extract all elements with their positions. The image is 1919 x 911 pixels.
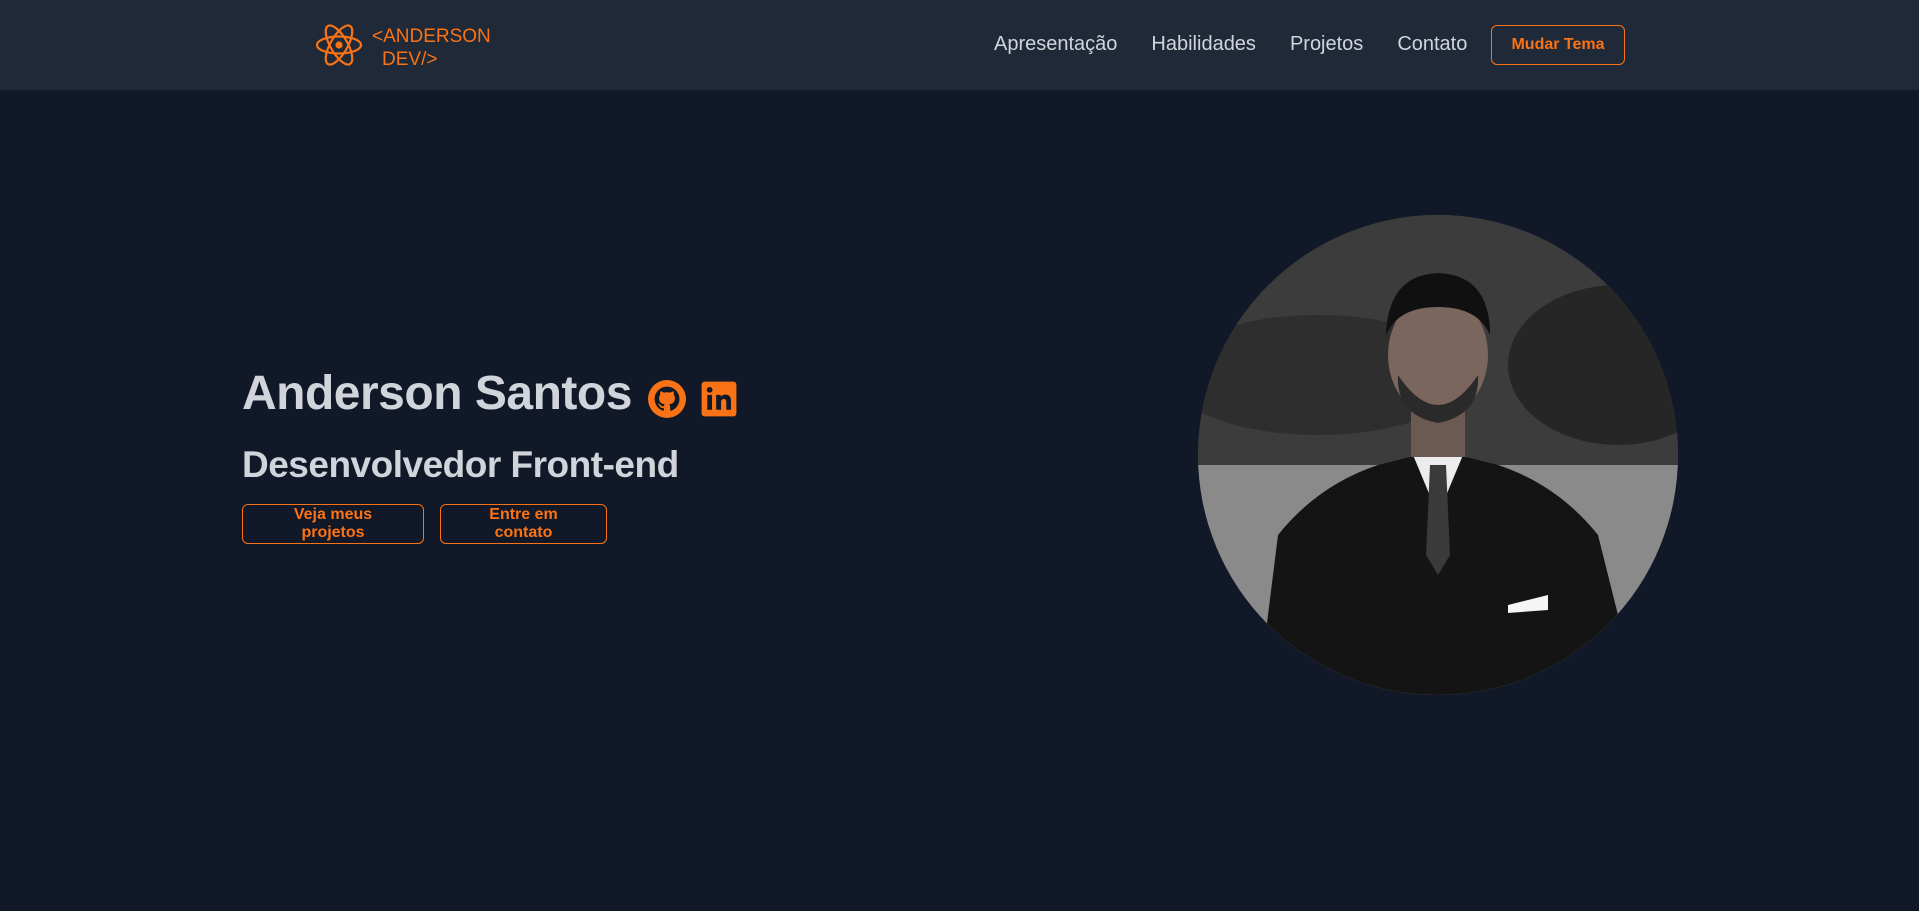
hero-role: Desenvolvedor Front-end	[242, 444, 679, 485]
github-icon	[647, 379, 686, 418]
react-atom-icon	[314, 22, 364, 73]
nav-link-habilidades[interactable]: Habilidades	[1151, 30, 1256, 58]
nav-link-apresentacao[interactable]: Apresentação	[994, 30, 1117, 58]
profile-photo	[1198, 215, 1678, 695]
logo-line-2: DEV/>	[382, 48, 438, 70]
nav-link-contato[interactable]: Contato	[1397, 30, 1467, 58]
linkedin-link[interactable]	[700, 380, 738, 418]
main-nav: Apresentação Habilidades Projetos Contat…	[994, 30, 1467, 58]
contact-button[interactable]: Entre em contato	[440, 504, 607, 544]
linkedin-icon	[700, 380, 738, 418]
github-link[interactable]	[647, 379, 686, 418]
logo-line-1: <ANDERSON	[372, 25, 491, 47]
hero-name-row: Anderson Santos	[242, 366, 752, 421]
hero-name: Anderson Santos	[242, 367, 632, 420]
view-projects-button[interactable]: Veja meus projetos	[242, 504, 424, 544]
logo[interactable]: <ANDERSON DEV/>	[314, 22, 491, 73]
theme-toggle-button[interactable]: Mudar Tema	[1491, 25, 1625, 65]
logo-text: <ANDERSON DEV/>	[372, 25, 491, 71]
hero-buttons: Veja meus projetos Entre em contato	[242, 504, 623, 544]
navbar: <ANDERSON DEV/> Apresentação Habilidades…	[0, 0, 1919, 90]
social-links	[647, 379, 752, 418]
nav-link-projetos[interactable]: Projetos	[1290, 30, 1363, 58]
